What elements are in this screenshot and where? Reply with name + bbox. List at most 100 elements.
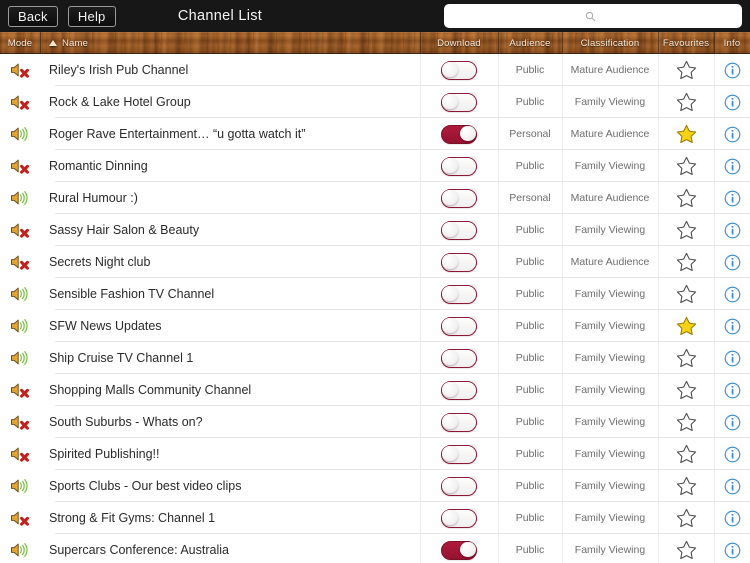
info-cell[interactable] — [714, 342, 750, 374]
column-header-favourites[interactable]: Favourites — [658, 32, 714, 54]
info-cell[interactable] — [714, 182, 750, 214]
speaker-muted-icon[interactable] — [9, 445, 31, 463]
info-icon[interactable] — [724, 158, 741, 175]
download-cell[interactable] — [420, 54, 498, 86]
download-cell[interactable] — [420, 150, 498, 182]
download-cell[interactable] — [420, 214, 498, 246]
favourite-cell[interactable] — [658, 406, 714, 438]
info-cell[interactable] — [714, 374, 750, 406]
download-cell[interactable] — [420, 502, 498, 534]
table-row[interactable]: Roger Rave Entertainment… “u gotta watch… — [0, 118, 750, 150]
download-toggle[interactable] — [441, 380, 477, 400]
mode-cell[interactable] — [0, 342, 40, 374]
mode-cell[interactable] — [0, 470, 40, 502]
table-row[interactable]: Rock & Lake Hotel Group Public Family Vi… — [0, 86, 750, 118]
speaker-on-icon[interactable] — [9, 125, 31, 143]
table-row[interactable]: Ship Cruise TV Channel 1 Public Family V… — [0, 342, 750, 374]
star-empty-icon[interactable] — [676, 476, 697, 496]
favourite-cell[interactable] — [658, 534, 714, 563]
star-empty-icon[interactable] — [676, 252, 697, 272]
star-filled-icon[interactable] — [676, 316, 697, 336]
star-empty-icon[interactable] — [676, 348, 697, 368]
info-icon[interactable] — [724, 542, 741, 559]
star-empty-icon[interactable] — [676, 412, 697, 432]
speaker-muted-icon[interactable] — [9, 157, 31, 175]
table-row[interactable]: Shopping Malls Community Channel Public … — [0, 374, 750, 406]
info-cell[interactable] — [714, 246, 750, 278]
mode-cell[interactable] — [0, 86, 40, 118]
speaker-on-icon[interactable] — [9, 189, 31, 207]
column-header-name[interactable]: Name — [40, 32, 420, 54]
table-row[interactable]: Supercars Conference: Australia Public F… — [0, 534, 750, 563]
star-empty-icon[interactable] — [676, 156, 697, 176]
back-button[interactable]: Back — [8, 5, 58, 27]
star-empty-icon[interactable] — [676, 60, 697, 80]
info-cell[interactable] — [714, 534, 750, 563]
info-icon[interactable] — [724, 126, 741, 143]
info-cell[interactable] — [714, 150, 750, 182]
favourite-cell[interactable] — [658, 438, 714, 470]
download-toggle[interactable] — [441, 156, 477, 176]
table-row[interactable]: Spirited Publishing!! Public Family View… — [0, 438, 750, 470]
table-row[interactable]: South Suburbs - Whats on? Public Family … — [0, 406, 750, 438]
table-row[interactable]: Strong & Fit Gyms: Channel 1 Public Fami… — [0, 502, 750, 534]
mode-cell[interactable] — [0, 502, 40, 534]
info-cell[interactable] — [714, 438, 750, 470]
star-empty-icon[interactable] — [676, 540, 697, 560]
info-icon[interactable] — [724, 94, 741, 111]
download-toggle[interactable] — [441, 220, 477, 240]
download-toggle[interactable] — [441, 60, 477, 80]
download-toggle[interactable] — [441, 316, 477, 336]
column-header-audience[interactable]: Audience — [498, 32, 562, 54]
speaker-muted-icon[interactable] — [9, 413, 31, 431]
search-box[interactable] — [444, 4, 742, 28]
table-row[interactable]: Romantic Dinning Public Family Viewing — [0, 150, 750, 182]
info-icon[interactable] — [724, 222, 741, 239]
search-input[interactable] — [444, 4, 742, 28]
star-empty-icon[interactable] — [676, 92, 697, 112]
info-cell[interactable] — [714, 406, 750, 438]
mode-cell[interactable] — [0, 214, 40, 246]
speaker-muted-icon[interactable] — [9, 61, 31, 79]
download-cell[interactable] — [420, 278, 498, 310]
mode-cell[interactable] — [0, 150, 40, 182]
column-header-info[interactable]: Info — [714, 32, 750, 54]
download-cell[interactable] — [420, 118, 498, 150]
info-icon[interactable] — [724, 62, 741, 79]
download-cell[interactable] — [420, 534, 498, 563]
favourite-cell[interactable] — [658, 374, 714, 406]
info-icon[interactable] — [724, 414, 741, 431]
table-row[interactable]: Sports Clubs - Our best video clips Publ… — [0, 470, 750, 502]
favourite-cell[interactable] — [658, 342, 714, 374]
download-toggle[interactable] — [441, 188, 477, 208]
table-row[interactable]: Rural Humour :) Personal Mature Audience — [0, 182, 750, 214]
download-toggle[interactable] — [441, 124, 477, 144]
info-icon[interactable] — [724, 510, 741, 527]
download-cell[interactable] — [420, 310, 498, 342]
mode-cell[interactable] — [0, 534, 40, 563]
mode-cell[interactable] — [0, 182, 40, 214]
speaker-on-icon[interactable] — [9, 477, 31, 495]
favourite-cell[interactable] — [658, 182, 714, 214]
download-toggle[interactable] — [441, 444, 477, 464]
star-empty-icon[interactable] — [676, 188, 697, 208]
info-icon[interactable] — [724, 446, 741, 463]
download-toggle[interactable] — [441, 476, 477, 496]
favourite-cell[interactable] — [658, 246, 714, 278]
download-toggle[interactable] — [441, 508, 477, 528]
table-row[interactable]: Secrets Night club Public Mature Audienc… — [0, 246, 750, 278]
favourite-cell[interactable] — [658, 150, 714, 182]
star-empty-icon[interactable] — [676, 508, 697, 528]
info-cell[interactable] — [714, 214, 750, 246]
download-cell[interactable] — [420, 342, 498, 374]
table-row[interactable]: SFW News Updates Public Family Viewing — [0, 310, 750, 342]
mode-cell[interactable] — [0, 278, 40, 310]
favourite-cell[interactable] — [658, 310, 714, 342]
mode-cell[interactable] — [0, 118, 40, 150]
table-row[interactable]: Riley's Irish Pub Channel Public Mature … — [0, 54, 750, 86]
info-icon[interactable] — [724, 254, 741, 271]
download-cell[interactable] — [420, 182, 498, 214]
speaker-on-icon[interactable] — [9, 317, 31, 335]
column-header-classification[interactable]: Classification — [562, 32, 658, 54]
favourite-cell[interactable] — [658, 470, 714, 502]
